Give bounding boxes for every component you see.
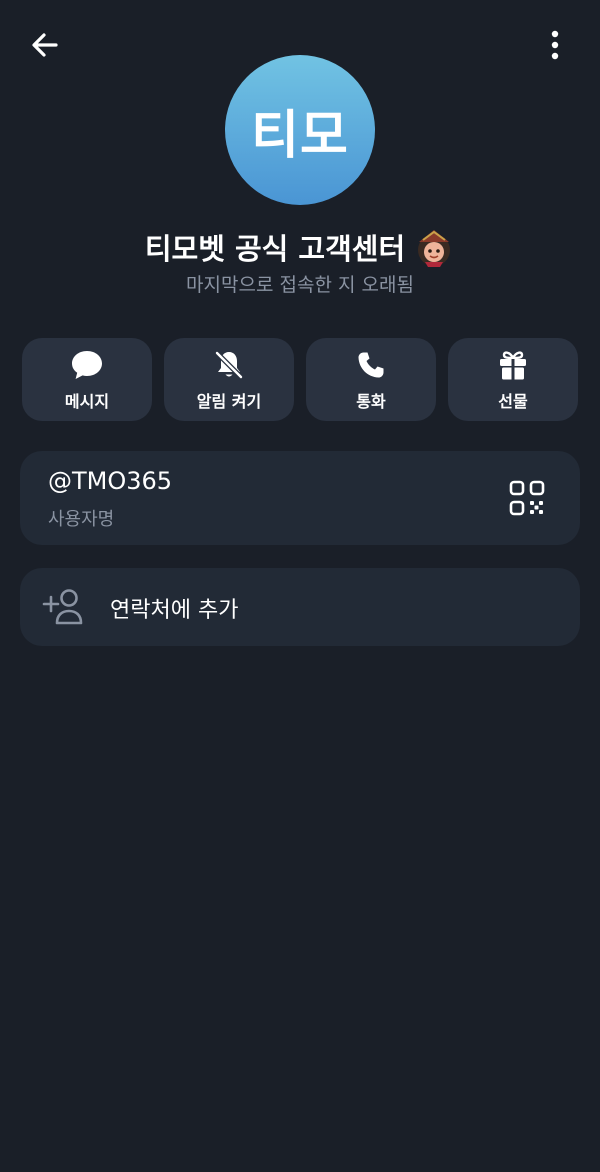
arrow-left-icon xyxy=(32,33,58,57)
call-button[interactable]: 통화 xyxy=(306,338,436,421)
last-seen-status: 마지막으로 접속한 지 오래됨 xyxy=(186,274,414,296)
more-vertical-icon xyxy=(551,30,559,60)
add-contact-button[interactable]: 연락처에 추가 xyxy=(20,568,580,646)
profile-name-row: 티모벳 공식 고객센터 xyxy=(0,226,600,268)
unmute-button[interactable]: 알림 켜기 xyxy=(164,338,294,421)
avatar[interactable]: 티모 xyxy=(225,55,375,205)
qr-code-button[interactable] xyxy=(508,479,546,517)
message-button-label: 메시지 xyxy=(64,391,110,411)
call-button-label: 통화 xyxy=(356,391,386,411)
qr-code-icon xyxy=(509,480,545,516)
character-emoji-icon xyxy=(418,230,451,267)
bell-off-icon xyxy=(215,350,243,379)
add-contact-label: 연락처에 추가 xyxy=(110,598,239,623)
username-card[interactable]: @TMO365 사용자명 xyxy=(20,451,580,545)
profile-name: 티모벳 공식 고객센터 xyxy=(144,232,406,266)
back-button[interactable] xyxy=(22,22,68,68)
gift-button-label: 선물 xyxy=(498,391,528,411)
username-value[interactable]: @TMO365 xyxy=(48,467,172,495)
action-buttons: 메시지 알림 켜기 통화 선물 xyxy=(22,338,578,421)
unmute-button-label: 알림 켜기 xyxy=(196,391,262,411)
username-caption: 사용자명 xyxy=(48,509,115,530)
message-bubble-icon xyxy=(72,350,102,379)
more-options-button[interactable] xyxy=(532,22,578,68)
phone-icon xyxy=(358,352,384,377)
avatar-initials: 티모 xyxy=(251,105,349,166)
gift-icon xyxy=(500,350,526,380)
message-button[interactable]: 메시지 xyxy=(22,338,152,421)
add-person-icon xyxy=(42,589,83,625)
profile-page: 티모 티모벳 공식 고객센터 마지막으로 접속한 지 오래됨 메시지 알림 켜기… xyxy=(0,0,600,1172)
gift-button[interactable]: 선물 xyxy=(448,338,578,421)
